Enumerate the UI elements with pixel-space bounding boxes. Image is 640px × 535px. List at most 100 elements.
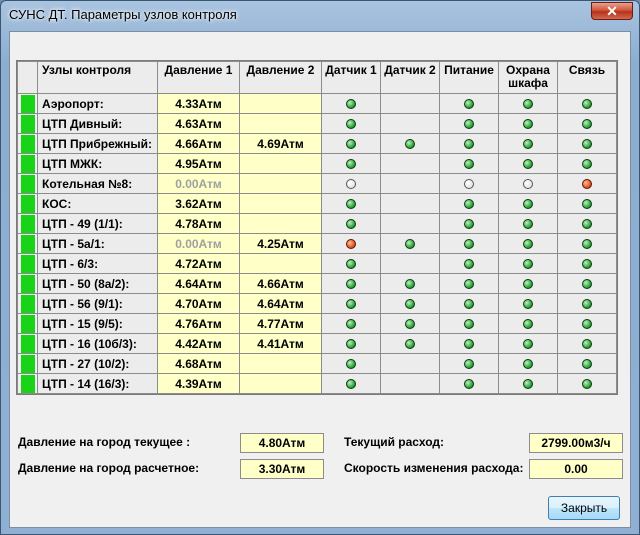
red-status-led-icon (582, 179, 592, 190)
header-link: Связь (557, 61, 617, 94)
green-status-led-icon (405, 279, 415, 290)
flow-current-label: Текущий расход: (344, 435, 444, 449)
close-button[interactable]: Закрыть (548, 496, 620, 520)
guard-status-cell (498, 173, 558, 194)
green-status-led-icon (464, 159, 474, 170)
pressure-2-value: 4.69Атм (239, 133, 322, 154)
link-status-cell (557, 213, 617, 234)
pressure-2-value (239, 353, 322, 374)
link-status-cell (557, 193, 617, 214)
green-status-led-icon (582, 199, 592, 210)
guard-status-cell (498, 93, 558, 114)
green-status-led-icon (346, 119, 356, 130)
status-indicator (20, 174, 35, 193)
guard-status-cell (498, 273, 558, 294)
green-status-led-icon (464, 379, 474, 390)
white-status-led-icon (346, 179, 356, 190)
row-indicator-cell (17, 373, 38, 394)
link-status-cell (557, 173, 617, 194)
status-indicator (20, 254, 35, 273)
row-indicator-cell (17, 93, 38, 114)
s2-status-cell (380, 113, 440, 134)
green-status-led-icon (523, 339, 533, 350)
s1-status-cell (321, 373, 381, 394)
row-indicator-cell (17, 213, 38, 234)
pressure-1-value: 4.39Атм (157, 373, 240, 394)
green-status-led-icon (346, 259, 356, 270)
link-status-cell (557, 253, 617, 274)
status-indicator (20, 194, 35, 213)
table-row: Котельная №8: 0.00Атм (17, 173, 617, 194)
pressure-1-value: 0.00Атм (157, 233, 240, 254)
guard-status-cell (498, 233, 558, 254)
green-status-led-icon (582, 99, 592, 110)
table-row: ЦТП - 15 (9/5): 4.76Атм 4.77Атм (17, 313, 617, 334)
guard-status-cell (498, 313, 558, 334)
row-indicator-cell (17, 273, 38, 294)
pressure-1-value: 4.68Атм (157, 353, 240, 374)
pressure-2-value: 4.25Атм (239, 233, 322, 254)
window-close-button[interactable]: ✕ (591, 2, 633, 20)
window-title: СУНС ДТ. Параметры узлов контроля (9, 7, 237, 22)
nodes-table: Узлы контроля Давление 1 Давление 2 Датч… (17, 61, 617, 394)
node-name: Аэропорт: (37, 93, 158, 114)
node-name: ЦТП - 56 (9/1): (37, 293, 158, 314)
link-status-cell (557, 113, 617, 134)
s2-status-cell (380, 273, 440, 294)
s1-status-cell (321, 113, 381, 134)
green-status-led-icon (523, 199, 533, 210)
s1-status-cell (321, 173, 381, 194)
guard-status-cell (498, 193, 558, 214)
guard-status-cell (498, 253, 558, 274)
power-status-cell (439, 213, 499, 234)
title-bar[interactable]: СУНС ДТ. Параметры узлов контроля ✕ (1, 1, 639, 31)
pressure-2-value (239, 173, 322, 194)
header-name: Узлы контроля (37, 61, 158, 94)
table-row: ЦТП МЖК: 4.95Атм (17, 153, 617, 174)
table-row: ЦТП - 14 (16/3): 4.39Атм (17, 373, 617, 394)
pressure-2-value: 4.64Атм (239, 293, 322, 314)
node-name: ЦТП - 5а/1: (37, 233, 158, 254)
green-status-led-icon (464, 119, 474, 130)
s2-status-cell (380, 233, 440, 254)
node-name: ЦТП - 27 (10/2): (37, 353, 158, 374)
power-status-cell (439, 153, 499, 174)
green-status-led-icon (464, 139, 474, 150)
status-indicator (20, 94, 35, 113)
pressure-1-value: 4.63Атм (157, 113, 240, 134)
green-status-led-icon (523, 159, 533, 170)
s1-status-cell (321, 333, 381, 354)
link-status-cell (557, 293, 617, 314)
city-pressure-calc-value: 3.30Атм (240, 459, 324, 479)
link-status-cell (557, 233, 617, 254)
green-status-led-icon (523, 359, 533, 370)
s2-status-cell (380, 353, 440, 374)
link-status-cell (557, 353, 617, 374)
flow-rate-label: Скорость изменения расхода: (344, 461, 524, 475)
green-status-led-icon (582, 139, 592, 150)
link-status-cell (557, 313, 617, 334)
header-sensor-1: Датчик 1 (321, 61, 381, 94)
status-indicator (20, 334, 35, 353)
pressure-1-value: 4.72Атм (157, 253, 240, 274)
power-status-cell (439, 233, 499, 254)
s2-status-cell (380, 333, 440, 354)
pressure-1-value: 4.42Атм (157, 333, 240, 354)
params-window: СУНС ДТ. Параметры узлов контроля ✕ Узлы… (0, 0, 640, 535)
node-name: ЦТП - 50 (8а/2): (37, 273, 158, 294)
nodes-table-wrap: Узлы контроля Давление 1 Давление 2 Датч… (16, 60, 618, 395)
status-indicator (20, 274, 35, 293)
s1-status-cell (321, 153, 381, 174)
green-status-led-icon (523, 279, 533, 290)
guard-status-cell (498, 213, 558, 234)
city-pressure-current-label: Давление на город текущее : (18, 435, 191, 449)
green-status-led-icon (405, 139, 415, 150)
pressure-2-value (239, 193, 322, 214)
guard-status-cell (498, 373, 558, 394)
green-status-led-icon (346, 339, 356, 350)
white-status-led-icon (464, 179, 474, 190)
green-status-led-icon (523, 139, 533, 150)
s2-status-cell (380, 213, 440, 234)
pressure-2-value: 4.77Атм (239, 313, 322, 334)
header-pressure-1: Давление 1 (157, 61, 240, 94)
